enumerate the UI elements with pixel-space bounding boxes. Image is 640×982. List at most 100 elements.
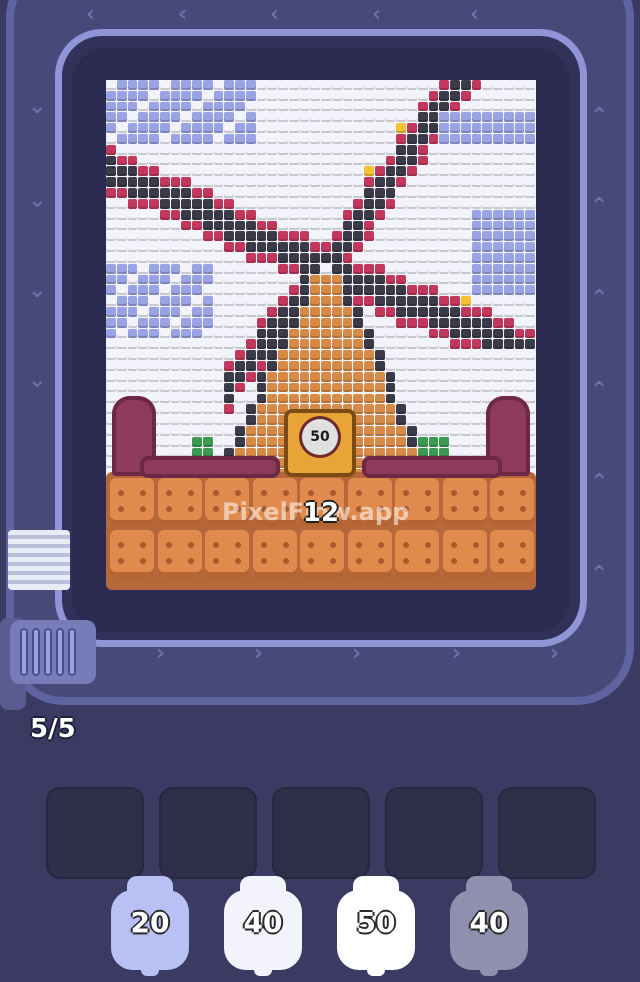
rivet-icon (187, 506, 194, 512)
pixel-cell (385, 220, 396, 231)
pixel-cell (288, 101, 299, 112)
pixel-cell (213, 188, 224, 198)
slot-3[interactable] (272, 787, 370, 879)
pixel-cell (245, 296, 256, 306)
pixel-cell (288, 134, 299, 144)
pixel-cell (525, 328, 535, 339)
rivet-icon (330, 558, 336, 564)
pixel-cell (159, 285, 170, 296)
pixel-cell (149, 242, 159, 252)
shooter-foot (141, 966, 159, 976)
pixel-cell (299, 350, 310, 361)
pixel-cell (170, 134, 181, 144)
pixel-cell (299, 90, 310, 101)
pixel-cell (224, 220, 234, 231)
pixel-cell (331, 274, 342, 285)
pixel-cell (256, 263, 267, 274)
pixel-cell (106, 198, 116, 209)
pixel-cell (460, 231, 471, 242)
slot-1[interactable] (46, 787, 144, 879)
pixel-cell (460, 144, 471, 155)
pixel-cell (288, 339, 299, 350)
pixel-cell (503, 317, 514, 328)
pixel-cell (503, 220, 514, 231)
pixel-cell (267, 209, 277, 220)
pixel-cell (138, 252, 148, 263)
pixel-cell (256, 371, 267, 382)
shooter-2[interactable]: 40 (224, 876, 302, 976)
shooter-4[interactable]: 40 (450, 876, 528, 976)
pixel-cell (439, 188, 449, 198)
pixel-cell (127, 134, 138, 144)
pixel-cell (256, 361, 267, 371)
rivet-icon (520, 558, 526, 564)
target-crate[interactable]: 50 (284, 409, 356, 477)
pixel-cell (256, 177, 267, 188)
pixel-cell (288, 317, 299, 328)
pixel-cell (181, 220, 191, 231)
pixel-cell (224, 296, 234, 306)
pixel-cell (407, 80, 417, 90)
pixel-cell (159, 393, 170, 404)
pixel-cell (428, 404, 439, 415)
pixel-cell (267, 274, 277, 285)
pixel-cell (503, 263, 514, 274)
pixel-cell (374, 231, 385, 242)
pixel-cell (439, 436, 449, 447)
pixel-cell (202, 231, 213, 242)
pixel-cell (202, 252, 213, 263)
pixel-cell (181, 144, 191, 155)
rivet-icon (403, 558, 409, 564)
pixel-cell (385, 350, 396, 361)
pixel-cell (364, 425, 374, 436)
pixel-cell (374, 198, 385, 209)
pixel-cell (235, 220, 245, 231)
pixel-cell (482, 317, 492, 328)
pixel-cell (385, 393, 396, 404)
slot-5[interactable] (498, 787, 596, 879)
pixel-cell (385, 307, 396, 317)
pixel-cell (299, 371, 310, 382)
pixel-cell (407, 404, 417, 415)
queue-ratio: 5/5 (30, 714, 76, 744)
pixel-cell (364, 144, 374, 155)
pixel-cell (224, 90, 234, 101)
pixel-cell (127, 112, 138, 123)
pixel-cell (493, 198, 503, 209)
pixel-cell (288, 144, 299, 155)
pipe-left-horizontal (140, 456, 280, 478)
pixel-cell (235, 112, 245, 123)
pixel-cell (235, 382, 245, 393)
pixel-cell (321, 80, 331, 90)
shooter-1[interactable]: 20 (111, 876, 189, 976)
rivet-icon (140, 542, 146, 548)
pixel-cell (428, 144, 439, 155)
pixel-cell (428, 307, 439, 317)
pixel-cell (396, 134, 406, 144)
pixel-cell (202, 263, 213, 274)
pixel-cell (235, 274, 245, 285)
pixel-cell (267, 242, 277, 252)
pixel-cell (407, 90, 417, 101)
slot-4[interactable] (385, 787, 483, 879)
pixel-cell (192, 263, 202, 274)
pixel-cell (353, 307, 363, 317)
pixel-cell (525, 209, 535, 220)
pixel-cell (385, 177, 396, 188)
pixel-cell (181, 425, 191, 436)
pixel-cell (116, 339, 127, 350)
pixel-cell (213, 317, 224, 328)
slot-2[interactable] (159, 787, 257, 879)
pixel-cell (364, 296, 374, 306)
pixel-cell (331, 177, 342, 188)
pixel-cell (396, 209, 406, 220)
pixel-cell (299, 166, 310, 177)
pixel-cell (116, 209, 127, 220)
pixel-cell (288, 242, 299, 252)
shooter-3[interactable]: 50 (337, 876, 415, 976)
pixel-cell (471, 296, 482, 306)
pixel-cell (106, 252, 116, 263)
pixel-cell (192, 101, 202, 112)
pixel-cell (482, 296, 492, 306)
pixel-cell (342, 220, 353, 231)
